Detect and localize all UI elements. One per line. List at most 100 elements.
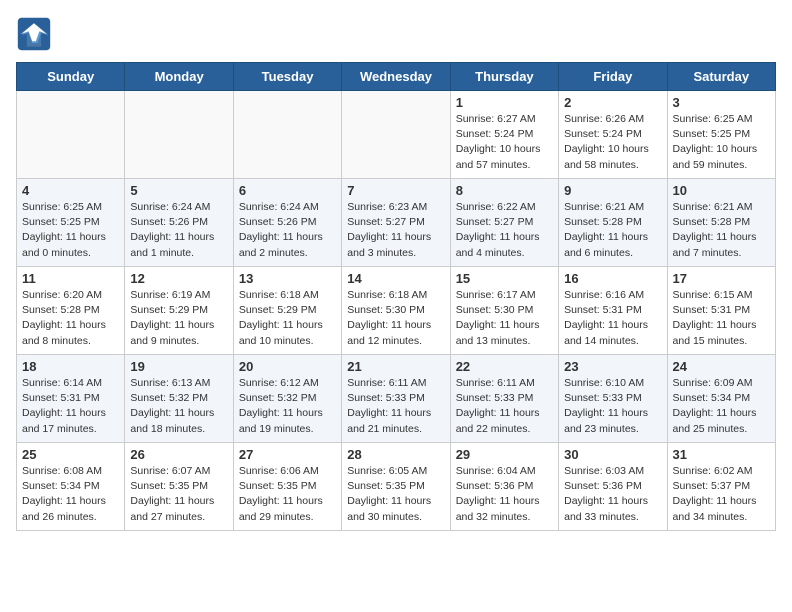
day-number: 31 <box>673 447 770 462</box>
calendar-cell: 17Sunrise: 6:15 AM Sunset: 5:31 PM Dayli… <box>667 267 775 355</box>
day-number: 27 <box>239 447 336 462</box>
day-number: 13 <box>239 271 336 286</box>
day-info: Sunrise: 6:11 AM Sunset: 5:33 PM Dayligh… <box>347 376 444 437</box>
day-header-saturday: Saturday <box>667 63 775 91</box>
day-number: 24 <box>673 359 770 374</box>
day-info: Sunrise: 6:20 AM Sunset: 5:28 PM Dayligh… <box>22 288 119 349</box>
day-number: 18 <box>22 359 119 374</box>
day-number: 14 <box>347 271 444 286</box>
calendar-cell: 4Sunrise: 6:25 AM Sunset: 5:25 PM Daylig… <box>17 179 125 267</box>
calendar-table: SundayMondayTuesdayWednesdayThursdayFrid… <box>16 62 776 531</box>
calendar-cell: 8 Sunrise: 6:22 AM Sunset: 5:27 PM Daylig… <box>450 179 558 267</box>
day-number: 12 <box>130 271 227 286</box>
calendar-cell: 12 Sunrise: 6:19 AM Sunset: 5:29 PM Dayli… <box>125 267 233 355</box>
calendar-cell: 30Sunrise: 6:03 AM Sunset: 5:36 PM Dayli… <box>559 443 667 531</box>
logo-icon <box>16 16 52 52</box>
calendar-cell: 1Sunrise: 6:27 AM Sunset: 5:24 PM Daylig… <box>450 91 558 179</box>
day-info: Sunrise: 6:09 AM Sunset: 5:34 PM Dayligh… <box>673 376 770 437</box>
day-info: Sunrise: 6:18 AM Sunset: 5:30 PM Dayligh… <box>347 288 444 349</box>
calendar-cell: 20 Sunrise: 6:12 AM Sunset: 5:32 PM Dayli… <box>233 355 341 443</box>
day-info: Sunrise: 6:21 AM Sunset: 5:28 PM Dayligh… <box>673 200 770 261</box>
calendar-cell <box>342 91 450 179</box>
calendar-cell: 18 Sunrise: 6:14 AM Sunset: 5:31 PM Dayli… <box>17 355 125 443</box>
day-number: 10 <box>673 183 770 198</box>
calendar-cell <box>233 91 341 179</box>
day-number: 15 <box>456 271 553 286</box>
calendar-cell: 3 Sunrise: 6:25 AM Sunset: 5:25 PM Daylig… <box>667 91 775 179</box>
page-header <box>16 16 776 52</box>
day-number: 22 <box>456 359 553 374</box>
calendar-cell: 25Sunrise: 6:08 AM Sunset: 5:34 PM Dayli… <box>17 443 125 531</box>
day-info: Sunrise: 6:22 AM Sunset: 5:27 PM Dayligh… <box>456 200 553 261</box>
day-info: Sunrise: 6:26 AM Sunset: 5:24 PM Dayligh… <box>564 112 661 173</box>
calendar-cell <box>17 91 125 179</box>
day-number: 17 <box>673 271 770 286</box>
day-number: 2 <box>564 95 661 110</box>
calendar-cell: 6Sunrise: 6:24 AM Sunset: 5:26 PM Daylig… <box>233 179 341 267</box>
calendar-cell: 29Sunrise: 6:04 AM Sunset: 5:36 PM Dayli… <box>450 443 558 531</box>
day-number: 28 <box>347 447 444 462</box>
day-info: Sunrise: 6:24 AM Sunset: 5:26 PM Dayligh… <box>130 200 227 261</box>
calendar-cell: 14 Sunrise: 6:18 AM Sunset: 5:30 PM Dayli… <box>342 267 450 355</box>
day-info: Sunrise: 6:23 AM Sunset: 5:27 PM Dayligh… <box>347 200 444 261</box>
day-number: 3 <box>673 95 770 110</box>
calendar-cell: 21 Sunrise: 6:11 AM Sunset: 5:33 PM Dayli… <box>342 355 450 443</box>
calendar-cell: 22 Sunrise: 6:11 AM Sunset: 5:33 PM Dayli… <box>450 355 558 443</box>
day-header-friday: Friday <box>559 63 667 91</box>
day-number: 5 <box>130 183 227 198</box>
calendar-cell: 5 Sunrise: 6:24 AM Sunset: 5:26 PM Daylig… <box>125 179 233 267</box>
day-info: Sunrise: 6:14 AM Sunset: 5:31 PM Dayligh… <box>22 376 119 437</box>
day-number: 9 <box>564 183 661 198</box>
calendar-cell <box>125 91 233 179</box>
calendar-cell: 7Sunrise: 6:23 AM Sunset: 5:27 PM Daylig… <box>342 179 450 267</box>
day-number: 29 <box>456 447 553 462</box>
calendar-cell: 19Sunrise: 6:13 AM Sunset: 5:32 PM Dayli… <box>125 355 233 443</box>
day-info: Sunrise: 6:12 AM Sunset: 5:32 PM Dayligh… <box>239 376 336 437</box>
calendar-cell: 24 Sunrise: 6:09 AM Sunset: 5:34 PM Dayli… <box>667 355 775 443</box>
calendar-cell: 23 Sunrise: 6:10 AM Sunset: 5:33 PM Dayli… <box>559 355 667 443</box>
day-number: 11 <box>22 271 119 286</box>
day-info: Sunrise: 6:16 AM Sunset: 5:31 PM Dayligh… <box>564 288 661 349</box>
calendar-cell: 2 Sunrise: 6:26 AM Sunset: 5:24 PM Daylig… <box>559 91 667 179</box>
day-number: 1 <box>456 95 553 110</box>
day-info: Sunrise: 6:24 AM Sunset: 5:26 PM Dayligh… <box>239 200 336 261</box>
day-header-monday: Monday <box>125 63 233 91</box>
day-number: 26 <box>130 447 227 462</box>
logo <box>16 16 58 52</box>
calendar-cell: 16Sunrise: 6:16 AM Sunset: 5:31 PM Dayli… <box>559 267 667 355</box>
day-number: 20 <box>239 359 336 374</box>
day-header-tuesday: Tuesday <box>233 63 341 91</box>
calendar-cell: 10 Sunrise: 6:21 AM Sunset: 5:28 PM Dayli… <box>667 179 775 267</box>
day-info: Sunrise: 6:02 AM Sunset: 5:37 PM Dayligh… <box>673 464 770 525</box>
day-info: Sunrise: 6:19 AM Sunset: 5:29 PM Dayligh… <box>130 288 227 349</box>
calendar-cell: 11 Sunrise: 6:20 AM Sunset: 5:28 PM Dayli… <box>17 267 125 355</box>
day-number: 23 <box>564 359 661 374</box>
calendar-week-row: 18 Sunrise: 6:14 AM Sunset: 5:31 PM Dayli… <box>17 355 776 443</box>
calendar-cell: 13Sunrise: 6:18 AM Sunset: 5:29 PM Dayli… <box>233 267 341 355</box>
day-info: Sunrise: 6:05 AM Sunset: 5:35 PM Dayligh… <box>347 464 444 525</box>
day-header-sunday: Sunday <box>17 63 125 91</box>
day-info: Sunrise: 6:06 AM Sunset: 5:35 PM Dayligh… <box>239 464 336 525</box>
day-info: Sunrise: 6:07 AM Sunset: 5:35 PM Dayligh… <box>130 464 227 525</box>
calendar-cell: 27 Sunrise: 6:06 AM Sunset: 5:35 PM Dayli… <box>233 443 341 531</box>
day-header-wednesday: Wednesday <box>342 63 450 91</box>
calendar-cell: 15 Sunrise: 6:17 AM Sunset: 5:30 PM Dayli… <box>450 267 558 355</box>
calendar-cell: 26 Sunrise: 6:07 AM Sunset: 5:35 PM Dayli… <box>125 443 233 531</box>
day-info: Sunrise: 6:17 AM Sunset: 5:30 PM Dayligh… <box>456 288 553 349</box>
day-number: 21 <box>347 359 444 374</box>
calendar-week-row: 1Sunrise: 6:27 AM Sunset: 5:24 PM Daylig… <box>17 91 776 179</box>
day-header-thursday: Thursday <box>450 63 558 91</box>
day-info: Sunrise: 6:21 AM Sunset: 5:28 PM Dayligh… <box>564 200 661 261</box>
calendar-week-row: 11 Sunrise: 6:20 AM Sunset: 5:28 PM Dayli… <box>17 267 776 355</box>
day-number: 8 <box>456 183 553 198</box>
day-info: Sunrise: 6:25 AM Sunset: 5:25 PM Dayligh… <box>673 112 770 173</box>
calendar-cell: 9 Sunrise: 6:21 AM Sunset: 5:28 PM Daylig… <box>559 179 667 267</box>
calendar-cell: 28 Sunrise: 6:05 AM Sunset: 5:35 PM Dayli… <box>342 443 450 531</box>
day-info: Sunrise: 6:11 AM Sunset: 5:33 PM Dayligh… <box>456 376 553 437</box>
day-info: Sunrise: 6:25 AM Sunset: 5:25 PM Dayligh… <box>22 200 119 261</box>
day-number: 30 <box>564 447 661 462</box>
day-info: Sunrise: 6:13 AM Sunset: 5:32 PM Dayligh… <box>130 376 227 437</box>
day-info: Sunrise: 6:08 AM Sunset: 5:34 PM Dayligh… <box>22 464 119 525</box>
day-info: Sunrise: 6:10 AM Sunset: 5:33 PM Dayligh… <box>564 376 661 437</box>
calendar-week-row: 4Sunrise: 6:25 AM Sunset: 5:25 PM Daylig… <box>17 179 776 267</box>
